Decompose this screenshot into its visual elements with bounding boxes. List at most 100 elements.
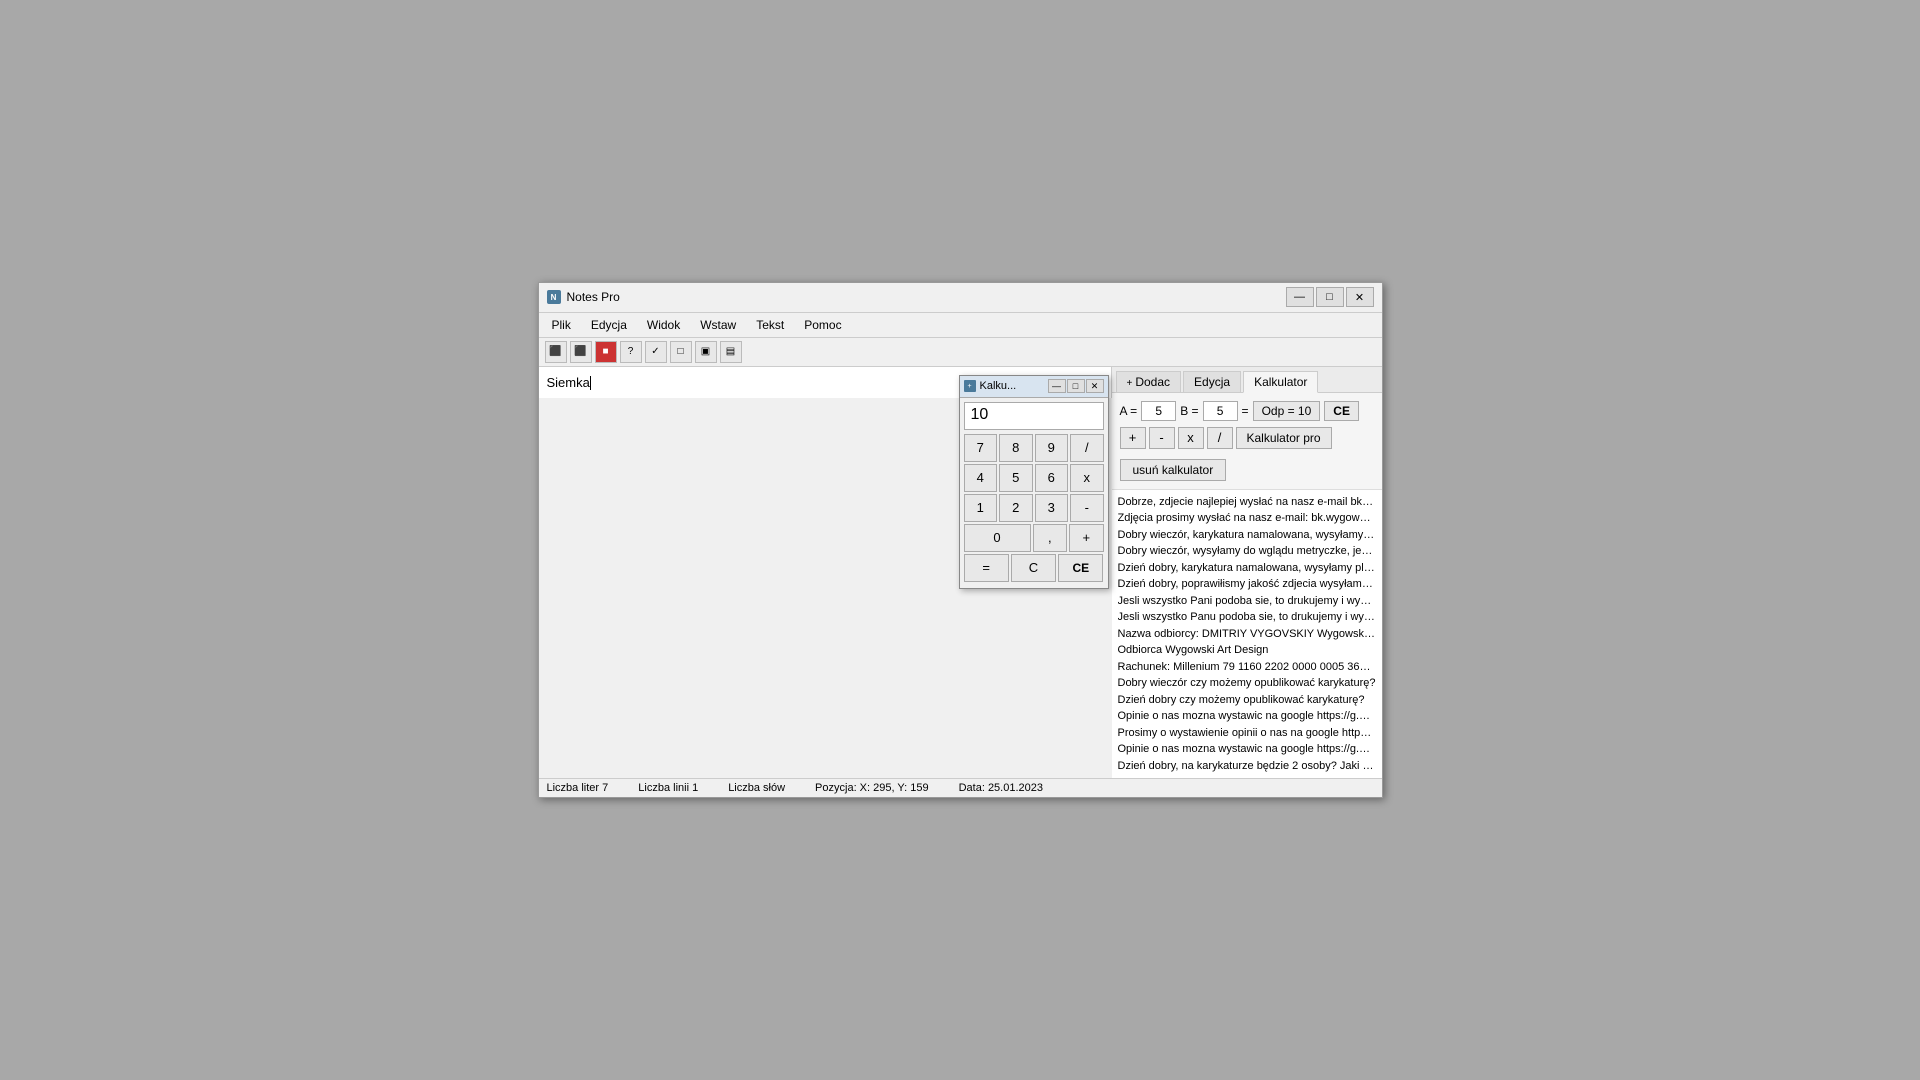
editor-text: Siemka	[547, 375, 591, 390]
calc-btn-2[interactable]: 2	[999, 494, 1033, 522]
calc-ab-row: A = B = = Odp = 10 CE	[1120, 401, 1374, 421]
menu-bar: Plik Edycja Widok Wstaw Tekst Pomoc	[539, 313, 1382, 338]
calc-icon: +	[964, 380, 976, 392]
toolbar-btn-2[interactable]: ⬛	[570, 341, 592, 363]
calc-row-2: 4 5 6 x	[964, 464, 1104, 492]
log-line-15: Opinie o nas mozna wystawic na google ht…	[1118, 741, 1376, 758]
calc-btn-7[interactable]: 7	[964, 434, 998, 462]
log-line-10: Rachunek: Millenium 79 1160 2202 0000 00…	[1118, 659, 1376, 676]
tab-kalkulator[interactable]: Kalkulator	[1243, 371, 1318, 393]
calc-btn-c[interactable]: C	[1011, 554, 1056, 582]
equals-label: =	[1242, 404, 1249, 418]
log-line-14: Prosimy o wystawienie opinii o nas na go…	[1118, 725, 1376, 742]
log-line-5: Dzień dobry, poprawiłismy jakość zdjecia…	[1118, 576, 1376, 593]
toolbar-btn-7[interactable]: ▣	[695, 341, 717, 363]
status-position: Pozycja: X: 295, Y: 159	[815, 782, 929, 794]
calc-btn-ce[interactable]: CE	[1058, 554, 1103, 582]
toolbar-btn-1[interactable]: ⬛	[545, 341, 567, 363]
result-button[interactable]: Odp = 10	[1253, 401, 1321, 421]
calc-btn-sub[interactable]: -	[1070, 494, 1104, 522]
right-calc-section: A = B = = Odp = 10 CE + - x / Kalkulator…	[1112, 393, 1382, 490]
menu-tekst[interactable]: Tekst	[747, 315, 793, 335]
calc-btn-0[interactable]: 0	[964, 524, 1031, 552]
log-line-16: Dzień dobry, na karykaturze będzie 2 oso…	[1118, 758, 1376, 775]
tab-edycja[interactable]: Edycja	[1183, 371, 1241, 392]
calc-row-3: 1 2 3 -	[964, 494, 1104, 522]
tab-dodac[interactable]: +Dodac	[1116, 371, 1182, 392]
calc-btn-add[interactable]: +	[1069, 524, 1104, 552]
menu-pomoc[interactable]: Pomoc	[795, 315, 850, 335]
calc-pro-button[interactable]: Kalkulator pro	[1236, 427, 1332, 449]
calc-btn-comma[interactable]: ,	[1033, 524, 1068, 552]
calc-buttons: 7 8 9 / 4 5 6 x 1 2 3 -	[960, 434, 1108, 588]
calc-display: 10	[964, 402, 1104, 430]
toolbar-btn-4[interactable]: ?	[620, 341, 642, 363]
menu-edycja[interactable]: Edycja	[582, 315, 636, 335]
calc-maximize-btn[interactable]: □	[1067, 379, 1085, 393]
menu-wstaw[interactable]: Wstaw	[691, 315, 745, 335]
toolbar-btn-6[interactable]: □	[670, 341, 692, 363]
calc-btn-mul[interactable]: x	[1070, 464, 1104, 492]
log-line-9: Odbiorca Wygowski Art Design	[1118, 642, 1376, 659]
op-div-btn[interactable]: /	[1207, 427, 1233, 449]
a-input[interactable]	[1141, 401, 1176, 421]
calc-float-window: + Kalku... — □ ✕ 10 7 8 9 /	[959, 375, 1109, 589]
ce-button[interactable]: CE	[1324, 401, 1359, 421]
calc-row-1: 7 8 9 /	[964, 434, 1104, 462]
op-minus-btn[interactable]: -	[1149, 427, 1175, 449]
toolbar-btn-8[interactable]: ▤	[720, 341, 742, 363]
title-bar: N Notes Pro — □ ✕	[539, 283, 1382, 313]
calc-window-controls: — □ ✕	[1048, 379, 1104, 393]
log-line-2: Dobry wieczór, karykatura namalowana, wy…	[1118, 527, 1376, 544]
log-line-3: Dobry wieczór, wysyłamy do wglądu metryc…	[1118, 543, 1376, 560]
toolbar-btn-3[interactable]: ■	[595, 341, 617, 363]
op-plus-btn[interactable]: +	[1120, 427, 1146, 449]
maximize-button[interactable]: □	[1316, 287, 1344, 307]
status-words: Liczba słów	[728, 782, 785, 794]
calc-ops-row: + - x / Kalkulator pro	[1120, 427, 1374, 449]
log-line-8: Nazwa odbiorcy: DMITRIY VYGOVSKIY Wygows…	[1118, 626, 1376, 643]
menu-plik[interactable]: Plik	[543, 315, 580, 335]
log-line-11: Dobry wieczór czy możemy opublikować kar…	[1118, 675, 1376, 692]
calc-btn-div[interactable]: /	[1070, 434, 1104, 462]
toolbar-btn-5[interactable]: ✓	[645, 341, 667, 363]
menu-widok[interactable]: Widok	[638, 315, 689, 335]
toolbar: ⬛ ⬛ ■ ? ✓ □ ▣ ▤	[539, 338, 1382, 367]
calc-btn-6[interactable]: 6	[1035, 464, 1069, 492]
calc-minimize-btn[interactable]: —	[1048, 379, 1066, 393]
editor-wrapper: Siemka + Kalku... — □ ✕ 10 7 8	[539, 367, 1112, 779]
log-line-6: Jesli wszystko Pani podoba sie, to druku…	[1118, 593, 1376, 610]
calc-row-4: 0 , +	[964, 524, 1104, 552]
log-line-12: Dzień dobry czy możemy opublikować karyk…	[1118, 692, 1376, 709]
log-line-1: Zdjęcia prosimy wysłać na nasz e-mail: b…	[1118, 510, 1376, 527]
calc-btn-8[interactable]: 8	[999, 434, 1033, 462]
right-panel-tabs: +Dodac Edycja Kalkulator	[1112, 367, 1382, 393]
calc-btn-1[interactable]: 1	[964, 494, 998, 522]
calc-btn-3[interactable]: 3	[1035, 494, 1069, 522]
main-content: Siemka + Kalku... — □ ✕ 10 7 8	[539, 367, 1382, 779]
calc-close-btn[interactable]: ✕	[1086, 379, 1104, 393]
log-line-0: Dobrze, zdjecie najlepiej wysłać na nasz…	[1118, 494, 1376, 511]
close-button[interactable]: ✕	[1346, 287, 1374, 307]
log-line-7: Jesli wszystko Panu podoba sie, to druku…	[1118, 609, 1376, 626]
a-label: A =	[1120, 404, 1138, 418]
right-panel: +Dodac Edycja Kalkulator A = B = = Odp =…	[1112, 367, 1382, 779]
log-line-4: Dzień dobry, karykatura namalowana, wysy…	[1118, 560, 1376, 577]
b-label: B =	[1180, 404, 1198, 418]
op-mul-btn[interactable]: x	[1178, 427, 1204, 449]
delete-calc-button[interactable]: usuń kalkulator	[1120, 459, 1227, 481]
app-icon: N	[547, 290, 561, 304]
calc-btn-9[interactable]: 9	[1035, 434, 1069, 462]
calc-title-bar: + Kalku... — □ ✕	[960, 376, 1108, 398]
calc-btn-5[interactable]: 5	[999, 464, 1033, 492]
b-input[interactable]	[1203, 401, 1238, 421]
window-title: Notes Pro	[567, 290, 1286, 304]
status-lines: Liczba linii 1	[638, 782, 698, 794]
main-window: N Notes Pro — □ ✕ Plik Edycja Widok Wsta…	[538, 282, 1383, 799]
minimize-button[interactable]: —	[1286, 287, 1314, 307]
calc-btn-4[interactable]: 4	[964, 464, 998, 492]
window-controls: — □ ✕	[1286, 287, 1374, 307]
calc-row-5: = C CE	[964, 554, 1104, 582]
status-letters: Liczba liter 7	[547, 782, 609, 794]
calc-btn-equals[interactable]: =	[964, 554, 1009, 582]
